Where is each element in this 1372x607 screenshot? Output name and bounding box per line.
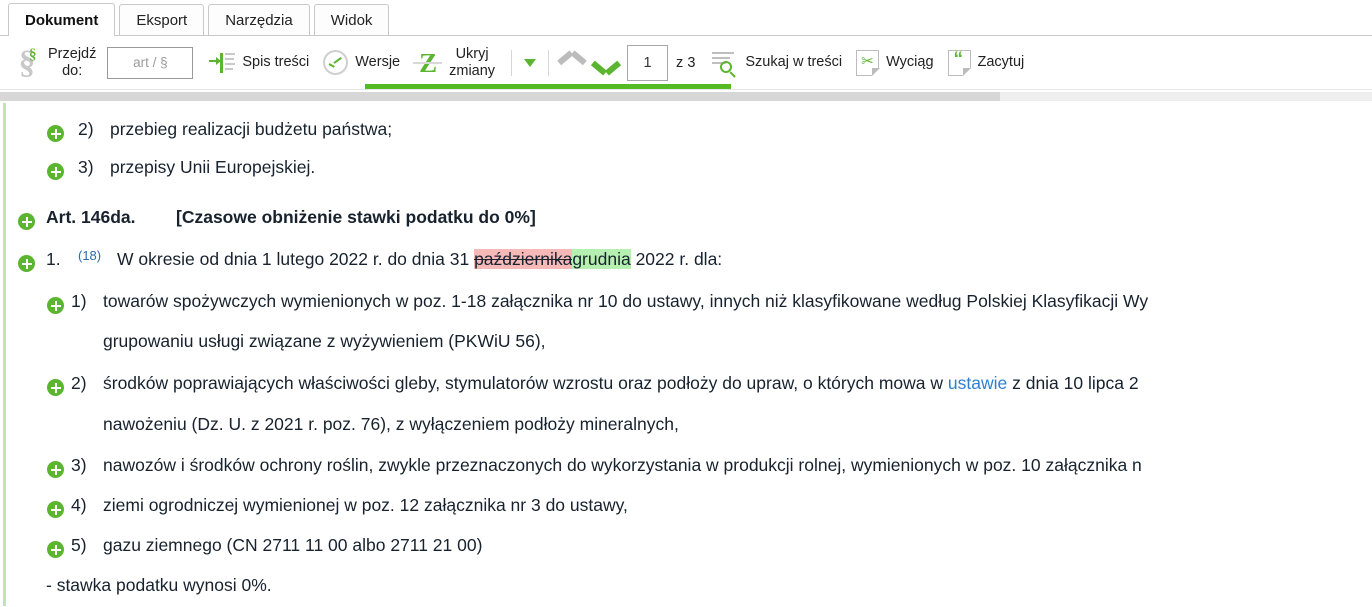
list-item-text: przepisy Unii Europejskiej. — [110, 159, 315, 177]
scrollbar-thumb[interactable] — [0, 92, 1000, 101]
list-item-number: 1) — [71, 293, 87, 311]
quote-button[interactable]: “ Zacytuj — [941, 36, 1032, 89]
expand-icon[interactable] — [47, 541, 64, 558]
paragraph-text: W okresie od dnia 1 lutego 2022 r. do dn… — [117, 251, 722, 269]
expand-icon[interactable] — [47, 125, 64, 142]
extract-button[interactable]: ✂ Wyciąg — [849, 36, 940, 89]
paragraph-number: 1. — [46, 251, 61, 269]
quote-page-icon: “ — [948, 50, 971, 76]
list-item-number: 3) — [78, 159, 94, 177]
document-viewer-window: Dokument Eksport Narzędzia Widok §§ Prze… — [0, 0, 1372, 607]
change-total-label: z 3 — [676, 55, 695, 71]
list-item-number: 5) — [71, 537, 87, 555]
goto-label: Przejdź do: — [48, 46, 96, 78]
list-item-text: gazu ziemnego (CN 2711 11 00 albo 2711 2… — [103, 537, 482, 555]
document-toolbar: §§ Przejdź do: Spis treści Wersje — [0, 36, 1372, 89]
horizontal-scrollbar[interactable] — [0, 89, 1372, 103]
tab-widok-label: Widok — [331, 12, 373, 29]
search-icon — [712, 51, 738, 75]
paragraph-icon: §§ — [13, 47, 41, 79]
article-title: [Czasowe obniżenie stawki podatku do 0%] — [176, 209, 536, 227]
tab-narzedzia-label: Narzędzia — [225, 12, 293, 29]
table-of-contents-icon — [209, 52, 235, 74]
article-search-input[interactable] — [107, 47, 193, 79]
tab-widok[interactable]: Widok — [314, 4, 390, 35]
text-before-link: środków poprawiających właściwości gleby… — [103, 373, 948, 393]
article-number: Art. 146da. — [46, 209, 135, 227]
track-changes-icon: Z — [414, 48, 442, 78]
list-item-text: przebieg realizacji budżetu państwa; — [110, 121, 392, 139]
extract-label: Wyciąg — [886, 54, 933, 70]
list-item-text: ziemi ogrodniczej wymienionej w poz. 12 … — [103, 497, 628, 515]
deleted-text: października — [474, 249, 572, 269]
versions-label: Wersje — [355, 54, 400, 70]
list-item-text: towarów spożywczych wymienionych w poz. … — [103, 293, 1148, 311]
list-item-number: 2) — [71, 375, 87, 393]
footnote-marker[interactable]: (18) — [78, 249, 101, 262]
tab-eksport-label: Eksport — [136, 12, 187, 29]
change-index-input[interactable] — [627, 45, 668, 81]
previous-change-button[interactable] — [559, 55, 585, 71]
change-indicator-bar — [3, 103, 6, 606]
main-tabstrip: Dokument Eksport Narzędzia Widok — [0, 0, 1372, 36]
search-in-content-label: Szukaj w treści — [745, 54, 842, 70]
expand-icon[interactable] — [47, 501, 64, 518]
tab-narzedzia[interactable]: Narzędzia — [208, 4, 310, 35]
next-change-button[interactable] — [593, 55, 619, 71]
document-content: 2) przebieg realizacji budżetu państwa; … — [0, 103, 1372, 606]
expand-icon[interactable] — [18, 213, 35, 230]
expand-icon[interactable] — [47, 297, 64, 314]
list-item-text: nawozów i środków ochrony roślin, zwykle… — [103, 457, 1142, 475]
expand-icon[interactable] — [47, 461, 64, 478]
clock-icon — [323, 50, 348, 75]
text-before-change: W okresie od dnia 1 lutego 2022 r. do dn… — [117, 249, 474, 269]
versions-button[interactable]: Wersje — [316, 36, 407, 89]
changes-dropdown-icon[interactable] — [524, 59, 536, 67]
list-item-number: 2) — [78, 121, 94, 139]
expand-icon[interactable] — [47, 379, 64, 396]
toolbar-divider-1 — [511, 50, 512, 76]
list-item-number: 4) — [71, 497, 87, 515]
search-in-content-button[interactable]: Szukaj w treści — [705, 36, 849, 89]
expand-icon[interactable] — [18, 255, 35, 272]
hide-changes-label: Ukryj zmiany — [449, 46, 495, 78]
tab-eksport[interactable]: Eksport — [119, 4, 204, 35]
expand-icon[interactable] — [47, 163, 64, 180]
list-item-number: 3) — [71, 457, 87, 475]
list-item-text-continued: nawożeniu (Dz. U. z 2021 r. poz. 76), z … — [103, 416, 679, 434]
hide-changes-button[interactable]: Z Ukryj zmiany — [407, 36, 505, 89]
tab-dokument-label: Dokument — [25, 12, 98, 29]
table-of-contents-label: Spis treści — [242, 54, 309, 70]
quote-label: Zacytuj — [978, 54, 1025, 70]
statute-link[interactable]: ustawie — [948, 373, 1007, 393]
list-item-text: środków poprawiających właściwości gleby… — [103, 375, 1139, 393]
toolbar-divider-2 — [548, 50, 549, 76]
closing-clause-text: - stawka podatku wynosi 0%. — [46, 577, 272, 595]
inserted-text: grudnia — [572, 249, 630, 269]
goto-button[interactable]: §§ Przejdź do: — [6, 36, 103, 89]
list-item-text-continued: grupowaniu usługi związane z wyżywieniem… — [103, 333, 546, 351]
text-after-link: z dnia 10 lipca 2 — [1007, 373, 1138, 393]
tab-dokument[interactable]: Dokument — [8, 3, 115, 36]
scissors-page-icon: ✂ — [856, 50, 879, 76]
text-after-change: 2022 r. dla: — [631, 249, 722, 269]
table-of-contents-button[interactable]: Spis treści — [202, 36, 316, 89]
